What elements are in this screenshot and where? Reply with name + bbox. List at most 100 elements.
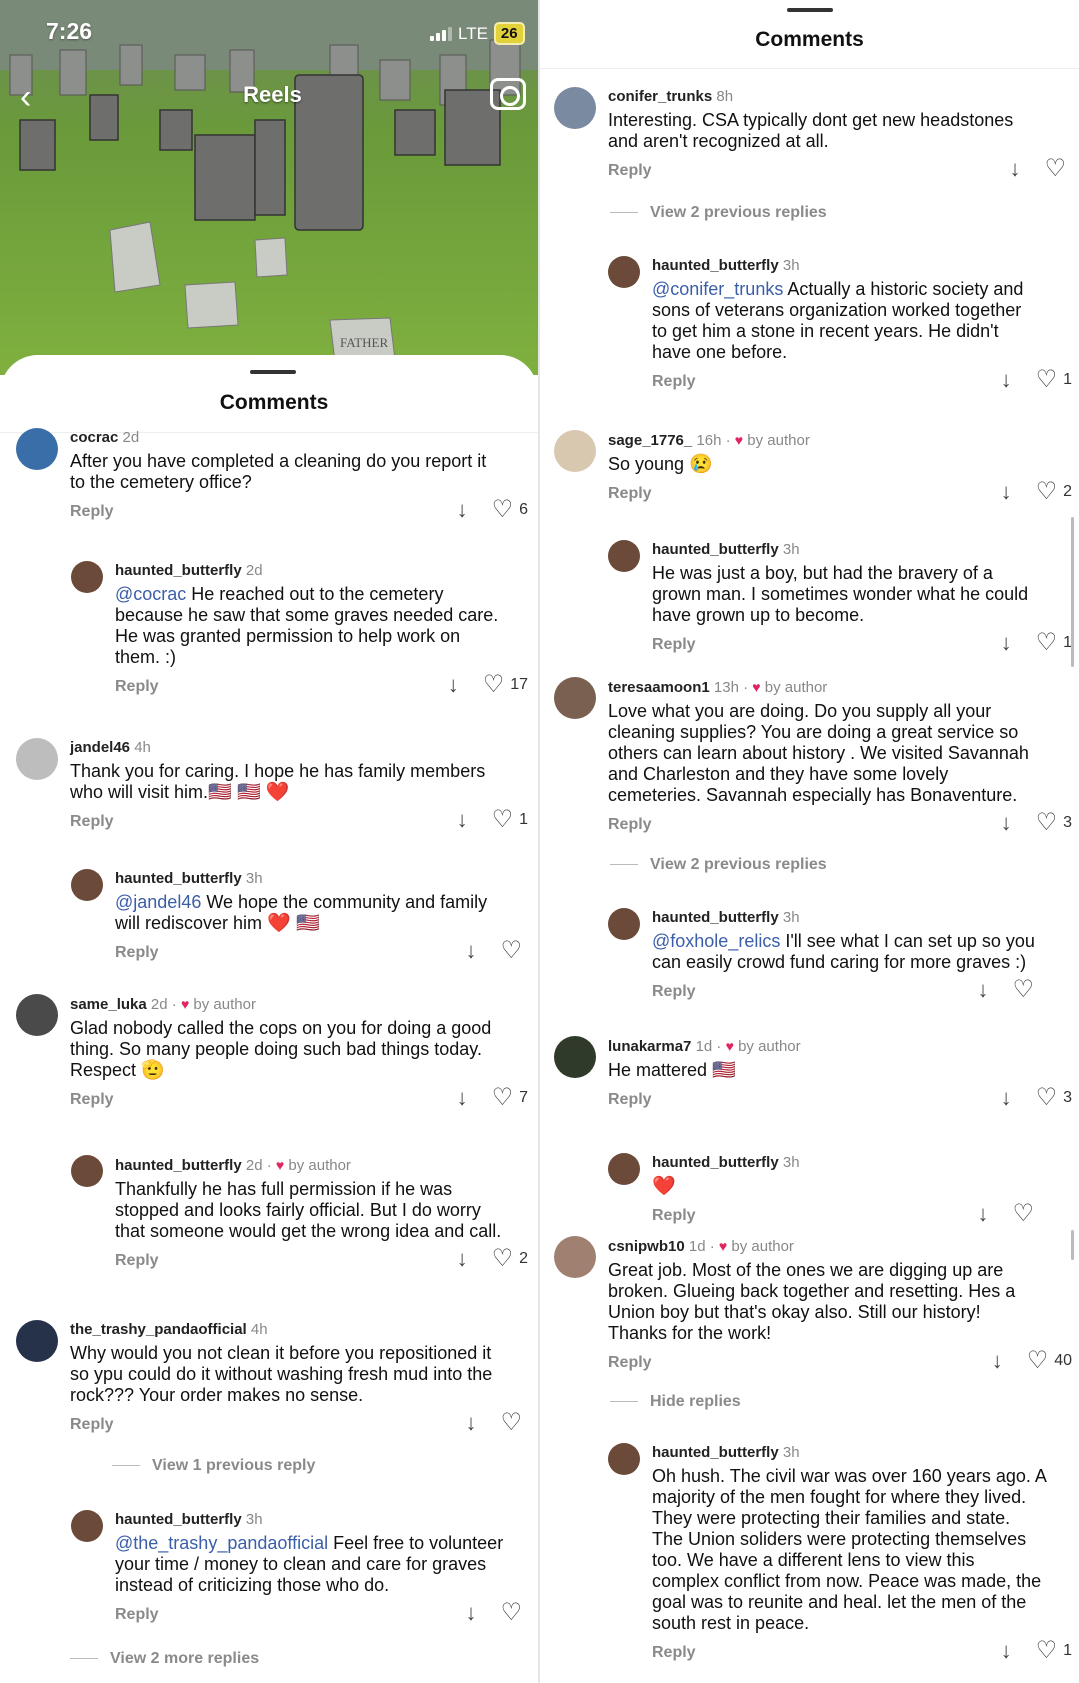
downvote-icon[interactable]: ↓ bbox=[457, 1087, 468, 1109]
like-heart-icon[interactable]: ♡ bbox=[483, 672, 505, 696]
reply-button[interactable]: Reply bbox=[70, 813, 114, 830]
avatar[interactable] bbox=[554, 430, 596, 472]
reply-button[interactable]: Reply bbox=[608, 485, 652, 502]
avatar[interactable] bbox=[16, 1320, 58, 1362]
like-heart-icon[interactable]: ♡ bbox=[1036, 810, 1058, 834]
username[interactable]: cocrac bbox=[70, 429, 118, 446]
mention-link[interactable]: @foxhole_relics bbox=[652, 931, 780, 951]
avatar[interactable] bbox=[608, 540, 640, 572]
downvote-icon[interactable]: ↓ bbox=[448, 674, 459, 696]
avatar[interactable] bbox=[71, 1510, 103, 1542]
downvote-icon[interactable]: ↓ bbox=[1001, 812, 1012, 834]
downvote-icon[interactable]: ↓ bbox=[1001, 1640, 1012, 1662]
reply-button[interactable]: Reply bbox=[70, 503, 114, 520]
downvote-icon[interactable]: ↓ bbox=[465, 1602, 476, 1624]
username[interactable]: haunted_butterfly bbox=[115, 870, 242, 887]
like-heart-icon[interactable]: ♡ bbox=[1036, 367, 1058, 391]
username[interactable]: jandel46 bbox=[70, 739, 130, 756]
avatar[interactable] bbox=[16, 738, 58, 780]
reply-button[interactable]: Reply bbox=[652, 983, 696, 1000]
like-heart-icon[interactable]: ♡ bbox=[1036, 479, 1058, 503]
avatar[interactable] bbox=[554, 1036, 596, 1078]
username[interactable]: teresaamoon1 bbox=[608, 679, 710, 696]
reply-button[interactable]: Reply bbox=[652, 1644, 696, 1661]
sheet-drag-handle[interactable] bbox=[787, 8, 833, 12]
avatar[interactable] bbox=[554, 87, 596, 129]
like-heart-icon[interactable]: ♡ bbox=[1012, 977, 1034, 1001]
downvote-icon[interactable]: ↓ bbox=[465, 940, 476, 962]
avatar[interactable] bbox=[554, 1236, 596, 1278]
avatar[interactable] bbox=[608, 908, 640, 940]
reply-button[interactable]: Reply bbox=[652, 1207, 696, 1224]
avatar[interactable] bbox=[608, 1153, 640, 1185]
downvote-icon[interactable]: ↓ bbox=[977, 1203, 988, 1225]
downvote-icon[interactable]: ↓ bbox=[977, 979, 988, 1001]
downvote-icon[interactable]: ↓ bbox=[1001, 369, 1012, 391]
username[interactable]: lunakarma7 bbox=[608, 1038, 691, 1055]
view-previous-reply[interactable]: View 1 previous reply bbox=[112, 1457, 315, 1475]
reply-button[interactable]: Reply bbox=[608, 162, 652, 179]
avatar[interactable] bbox=[608, 1443, 640, 1475]
like-heart-icon[interactable]: ♡ bbox=[1044, 156, 1066, 180]
mention-link[interactable]: @jandel46 bbox=[115, 892, 201, 912]
reply-button[interactable]: Reply bbox=[70, 1416, 114, 1433]
camera-icon[interactable] bbox=[490, 78, 526, 110]
view-previous-replies[interactable]: View 2 previous replies bbox=[610, 856, 827, 874]
username[interactable]: haunted_butterfly bbox=[652, 1154, 779, 1171]
downvote-icon[interactable]: ↓ bbox=[465, 1412, 476, 1434]
like-heart-icon[interactable]: ♡ bbox=[500, 1600, 522, 1624]
reply-button[interactable]: Reply bbox=[70, 1091, 114, 1108]
like-heart-icon[interactable]: ♡ bbox=[492, 1085, 514, 1109]
like-heart-icon[interactable]: ♡ bbox=[492, 497, 514, 521]
username[interactable]: same_luka bbox=[70, 996, 147, 1013]
username[interactable]: csnipwb10 bbox=[608, 1238, 685, 1255]
downvote-icon[interactable]: ↓ bbox=[457, 499, 468, 521]
view-previous-replies[interactable]: View 2 previous replies bbox=[610, 204, 827, 222]
username[interactable]: haunted_butterfly bbox=[652, 909, 779, 926]
reel-video[interactable]: FATHER 7:26 LTE 26 ‹ Reels bbox=[0, 0, 538, 375]
username[interactable]: sage_1776_ bbox=[608, 432, 692, 449]
hide-replies[interactable]: Hide replies bbox=[610, 1393, 741, 1411]
reply-button[interactable]: Reply bbox=[608, 1091, 652, 1108]
avatar[interactable] bbox=[554, 677, 596, 719]
downvote-icon[interactable]: ↓ bbox=[457, 809, 468, 831]
mention-link[interactable]: @cocrac bbox=[115, 584, 186, 604]
reply-button[interactable]: Reply bbox=[115, 678, 159, 695]
avatar[interactable] bbox=[71, 869, 103, 901]
avatar[interactable] bbox=[16, 994, 58, 1036]
like-heart-icon[interactable]: ♡ bbox=[500, 938, 522, 962]
view-more-replies[interactable]: View 2 more replies bbox=[70, 1650, 259, 1668]
username[interactable]: haunted_butterfly bbox=[115, 1157, 242, 1174]
sheet-drag-handle[interactable] bbox=[250, 370, 296, 374]
downvote-icon[interactable]: ↓ bbox=[457, 1248, 468, 1270]
downvote-icon[interactable]: ↓ bbox=[1001, 481, 1012, 503]
avatar[interactable] bbox=[16, 428, 58, 470]
reply-button[interactable]: Reply bbox=[115, 944, 159, 961]
downvote-icon[interactable]: ↓ bbox=[1009, 158, 1020, 180]
like-heart-icon[interactable]: ♡ bbox=[1012, 1201, 1034, 1225]
username[interactable]: haunted_butterfly bbox=[115, 562, 242, 579]
username[interactable]: haunted_butterfly bbox=[652, 541, 779, 558]
downvote-icon[interactable]: ↓ bbox=[1001, 632, 1012, 654]
like-heart-icon[interactable]: ♡ bbox=[1027, 1348, 1049, 1372]
reply-button[interactable]: Reply bbox=[652, 373, 696, 390]
reply-button[interactable]: Reply bbox=[115, 1606, 159, 1623]
reply-button[interactable]: Reply bbox=[115, 1252, 159, 1269]
reply-button[interactable]: Reply bbox=[608, 816, 652, 833]
like-heart-icon[interactable]: ♡ bbox=[1036, 630, 1058, 654]
like-heart-icon[interactable]: ♡ bbox=[1036, 1638, 1058, 1662]
username[interactable]: haunted_butterfly bbox=[115, 1511, 242, 1528]
username[interactable]: the_trashy_pandaofficial bbox=[70, 1321, 247, 1338]
username[interactable]: conifer_trunks bbox=[608, 88, 712, 105]
reply-button[interactable]: Reply bbox=[652, 636, 696, 653]
username[interactable]: haunted_butterfly bbox=[652, 257, 779, 274]
mention-link[interactable]: @the_trashy_pandaofficial bbox=[115, 1533, 328, 1553]
like-heart-icon[interactable]: ♡ bbox=[1036, 1085, 1058, 1109]
avatar[interactable] bbox=[71, 561, 103, 593]
reply-button[interactable]: Reply bbox=[608, 1354, 652, 1371]
avatar[interactable] bbox=[608, 256, 640, 288]
scrollbar[interactable] bbox=[1071, 517, 1074, 667]
like-heart-icon[interactable]: ♡ bbox=[500, 1410, 522, 1434]
username[interactable]: haunted_butterfly bbox=[652, 1444, 779, 1461]
like-heart-icon[interactable]: ♡ bbox=[492, 1246, 514, 1270]
